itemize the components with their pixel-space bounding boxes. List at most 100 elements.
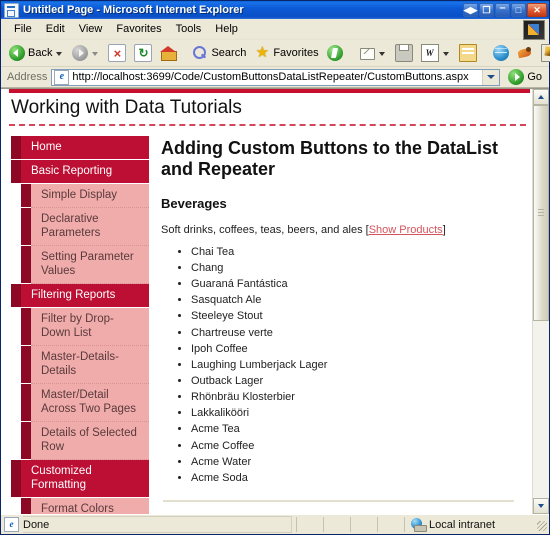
back-icon xyxy=(9,45,25,61)
search-button[interactable]: Search xyxy=(189,43,249,63)
restore-window-button[interactable]: ❐ xyxy=(479,3,494,17)
list-item: Ipoh Coffee xyxy=(191,341,516,357)
address-input[interactable]: http://localhost:3699/Code/CustomButtons… xyxy=(51,69,500,86)
stop-button[interactable] xyxy=(105,42,129,64)
bracket-close: ] xyxy=(443,224,446,236)
sidebar-item-master-details-details[interactable]: Master-Details-Details xyxy=(31,346,149,384)
forward-icon xyxy=(72,45,88,61)
edit-chevron-down-icon[interactable] xyxy=(443,52,449,56)
list-item: Rhönbräu Klosterbier xyxy=(191,389,516,405)
media-button[interactable] xyxy=(324,43,346,63)
print-button[interactable] xyxy=(392,42,416,64)
category-separator xyxy=(163,500,514,502)
menu-item-file[interactable]: File xyxy=(7,21,39,37)
print-icon xyxy=(395,44,413,62)
minimize-label: – xyxy=(496,4,509,16)
back-button[interactable]: Back xyxy=(6,43,67,63)
status-text-panel: Done xyxy=(23,516,292,533)
messenger-note-icon xyxy=(459,44,477,62)
list-item: Acme Tea xyxy=(191,421,516,437)
home-button[interactable] xyxy=(157,43,179,63)
sidebar-item-filter-by-drop-down-list[interactable]: Filter by Drop-Down List xyxy=(31,308,149,346)
minimize-button[interactable]: – xyxy=(495,3,510,17)
sidebar-section-customized-formatting[interactable]: Customized Formatting xyxy=(21,460,149,498)
list-item: Acme Soda xyxy=(191,470,516,486)
list-item: Sasquatch Ale xyxy=(191,292,516,308)
status-cell xyxy=(350,517,373,532)
stop-icon xyxy=(108,44,126,62)
maximize-label: □ xyxy=(512,4,525,16)
back-history-chevron-down-icon[interactable] xyxy=(56,52,62,56)
toolbar: Back Search Favorites xyxy=(1,40,549,67)
home-icon xyxy=(160,45,176,61)
category-description-text: Soft drinks, coffees, teas, beers, and a… xyxy=(161,224,363,236)
status-cell xyxy=(323,517,346,532)
status-bar: Done Local intranet xyxy=(1,514,549,534)
product-list-beverages: Chai Tea Chang Guaraná Fantástica Sasqua… xyxy=(161,244,516,486)
list-item: Steeleye Stout xyxy=(191,308,516,324)
favorites-button[interactable]: Favorites xyxy=(251,43,321,63)
go-button[interactable]: Go xyxy=(504,69,546,85)
page-icon xyxy=(4,3,19,18)
scrollbar-thumb[interactable] xyxy=(533,105,549,321)
main-content: Adding Custom Buttons to the DataList an… xyxy=(149,126,532,514)
list-item: Outback Lager xyxy=(191,373,516,389)
research-icon xyxy=(541,44,550,62)
menu-item-view[interactable]: View xyxy=(72,21,110,37)
scroll-down-button[interactable] xyxy=(533,498,549,514)
close-label: ✕ xyxy=(528,4,546,16)
menu-item-tools[interactable]: Tools xyxy=(169,21,209,37)
close-button[interactable]: ✕ xyxy=(527,3,547,17)
maximize-button[interactable]: □ xyxy=(511,3,526,17)
refresh-button[interactable] xyxy=(131,42,155,64)
resize-grip[interactable] xyxy=(535,517,549,532)
mail-icon xyxy=(359,45,375,61)
vertical-scrollbar[interactable] xyxy=(532,89,549,514)
menu-item-edit[interactable]: Edit xyxy=(39,21,72,37)
mail-button[interactable] xyxy=(356,43,390,63)
forward-button[interactable] xyxy=(69,43,103,63)
sidebar-section-home[interactable]: Home xyxy=(21,136,149,160)
edit-word-icon xyxy=(421,44,439,62)
msn-icon xyxy=(517,45,533,61)
page-body: Home Basic Reporting Simple Display Decl… xyxy=(1,126,532,514)
status-text: Done xyxy=(23,519,49,531)
msn-button[interactable] xyxy=(514,43,536,63)
category-description-beverages: Soft drinks, coffees, teas, beers, and a… xyxy=(161,223,516,237)
scroll-up-button[interactable] xyxy=(533,89,549,105)
discuss-button[interactable] xyxy=(490,43,512,63)
status-cell xyxy=(377,517,400,532)
category-heading-beverages: Beverages xyxy=(161,196,516,211)
research-button[interactable] xyxy=(538,42,550,64)
menu-item-favorites[interactable]: Favorites xyxy=(109,21,168,37)
sidebar-item-setting-parameter-values[interactable]: Setting Parameter Values xyxy=(31,246,149,284)
security-zone-panel[interactable]: Local intranet xyxy=(404,517,531,532)
ie-favicon-icon xyxy=(54,70,69,85)
sidebar-item-details-of-selected-row[interactable]: Details of Selected Row xyxy=(31,422,149,460)
sidebar-item-simple-display[interactable]: Simple Display xyxy=(31,184,149,208)
sidebar-item-declarative-parameters[interactable]: Declarative Parameters xyxy=(31,208,149,246)
edit-button[interactable] xyxy=(418,42,454,64)
address-label: Address xyxy=(7,71,47,83)
scrollbar-track[interactable] xyxy=(533,105,549,498)
list-item: Chai Tea xyxy=(191,244,516,260)
menu-item-help[interactable]: Help xyxy=(208,21,245,37)
show-products-link-beverages[interactable]: Show Products xyxy=(369,224,443,236)
window-buttons: ◀▶ ❐ – □ ✕ xyxy=(463,3,547,17)
restore-group-button[interactable]: ◀▶ xyxy=(463,3,478,17)
forward-history-chevron-down-icon[interactable] xyxy=(92,52,98,56)
sidebar-section-basic-reporting[interactable]: Basic Reporting xyxy=(21,160,149,184)
address-chevron-down-icon[interactable] xyxy=(482,70,499,85)
local-intranet-icon xyxy=(411,518,425,531)
browser-window: Untitled Page - Microsoft Internet Explo… xyxy=(0,0,550,535)
menu-bar: File Edit View Favorites Tools Help xyxy=(1,19,549,40)
sidebar-section-filtering-reports[interactable]: Filtering Reports xyxy=(21,284,149,308)
messenger-button[interactable] xyxy=(456,42,480,64)
sidebar-item-master-detail-across-two-pages[interactable]: Master/Detail Across Two Pages xyxy=(31,384,149,422)
mail-chevron-down-icon[interactable] xyxy=(379,52,385,56)
page-title: Working with Data Tutorials xyxy=(1,93,532,124)
sidebar-item-format-colors[interactable]: Format Colors xyxy=(31,498,149,514)
go-icon xyxy=(508,69,524,85)
list-item: Chartreuse verte xyxy=(191,325,516,341)
list-item: Acme Coffee xyxy=(191,438,516,454)
